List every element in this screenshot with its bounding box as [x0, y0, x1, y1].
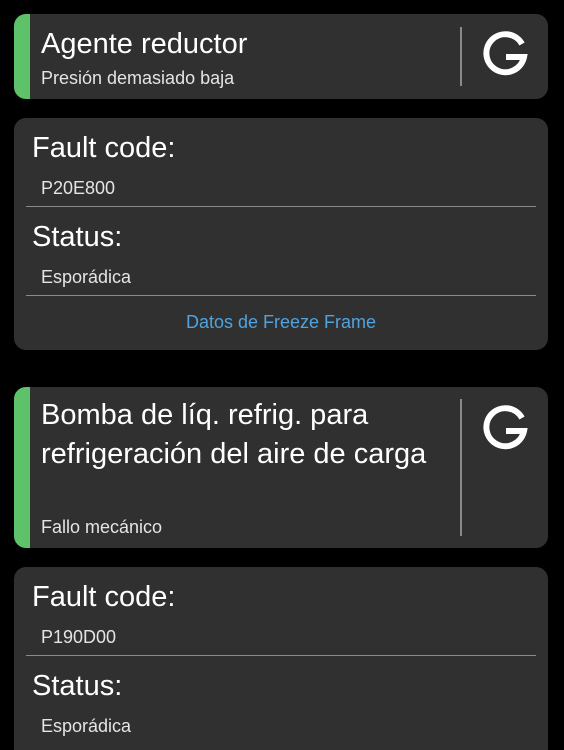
fault-detail-card: Fault code: P20E800 Status: Esporádica D…: [14, 118, 548, 350]
status-value: Esporádica: [41, 716, 132, 736]
status-label: Status:: [32, 221, 123, 253]
status-value: Esporádica: [41, 267, 132, 287]
status-accent-bar: [14, 14, 30, 99]
fault-subtitle: Presión demasiado baja: [41, 68, 235, 88]
fault-code-value: P20E800: [41, 178, 116, 198]
status-label: Status:: [32, 670, 123, 702]
fault-subtitle: Fallo mecánico: [41, 517, 163, 537]
row-divider: [26, 655, 536, 656]
fault-code-value: P190D00: [41, 627, 117, 647]
vertical-divider: [460, 399, 462, 536]
row-divider: [26, 206, 536, 207]
fault-detail-card: Fault code: P190D00 Status: Esporádica: [14, 567, 548, 750]
fault-code-label: Fault code:: [32, 132, 176, 164]
vertical-divider: [460, 27, 462, 86]
fault-title: Bomba de líq. refrig. para refrigeración…: [41, 399, 427, 470]
fault-title: Agente reductor: [41, 28, 248, 60]
google-g-icon[interactable]: [478, 30, 532, 84]
fault-header-card[interactable]: Agente reductor Presión demasiado baja: [14, 14, 548, 99]
fault-list: Agente reductor Presión demasiado baja F…: [0, 0, 564, 750]
row-divider: [26, 295, 536, 296]
freeze-frame-link[interactable]: Datos de Freeze Frame: [14, 311, 548, 333]
fault-code-label: Fault code:: [32, 581, 176, 613]
status-accent-bar: [14, 387, 30, 548]
fault-header-card[interactable]: Bomba de líq. refrig. para refrigeración…: [14, 387, 548, 548]
google-g-icon[interactable]: [478, 404, 532, 458]
